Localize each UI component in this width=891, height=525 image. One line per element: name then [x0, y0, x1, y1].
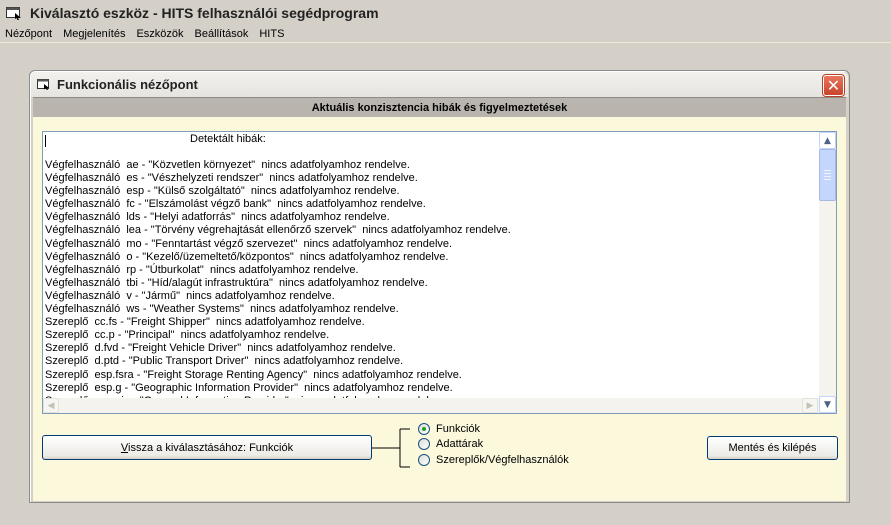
section-header-label: Aktuális konzisztencia hibák és figyelme…: [311, 101, 568, 114]
menu-item-eszkozok[interactable]: Eszközök: [131, 26, 189, 42]
error-line: Végfelhasználó ws - "Weather Systems" ni…: [45, 303, 399, 316]
radio-szereplok[interactable]: Szereplők/Végfelhasználók: [418, 453, 569, 467]
error-line: Végfelhasználó fc - "Elszámolást végző b…: [45, 198, 426, 211]
app-title-bar: Kiválasztó eszköz - HITS felhasználói se…: [0, 0, 891, 25]
dialog-title: Funkcionális nézőpont: [57, 77, 198, 92]
error-line: Végfelhasználó lds - "Helyi adatforrás" …: [45, 211, 390, 224]
error-line: Végfelhasználó v - "Jármű" nincs adatfol…: [45, 289, 335, 302]
window-icon: [37, 78, 51, 91]
vertical-scroll-thumb[interactable]: [819, 149, 836, 201]
menu-item-beallitasok[interactable]: Beállítások: [190, 26, 255, 42]
radio-group-bracket: [372, 428, 410, 468]
error-line: Szereplő d.fvd - "Freight Vehicle Driver…: [45, 342, 396, 355]
menu-item-hits[interactable]: HITS: [254, 26, 290, 42]
scroll-down-button[interactable]: ▼: [819, 396, 836, 413]
error-lines: Végfelhasználó ae - "Közvetlen környezet…: [45, 159, 819, 398]
chevron-up-icon: ▲: [824, 135, 831, 146]
chevron-left-icon: ◀: [47, 400, 55, 411]
content-area: Detektált hibák: Végfelhasználó ae - "Kö…: [33, 117, 846, 501]
error-line: Végfelhasználó lea - "Törvény végrehajtá…: [45, 224, 511, 237]
close-button[interactable]: ✕: [822, 74, 845, 97]
save-and-exit-label: Mentés és kilépés: [728, 442, 817, 454]
back-to-selection-label: Vissza a kiválasztásához: Funkciók: [120, 441, 294, 454]
error-line: Végfelhasználó mo - "Fenntartást végző s…: [45, 237, 453, 250]
back-to-selection-button[interactable]: Vissza a kiválasztásához: Funkciók: [42, 435, 372, 460]
error-line: Szereplő esp.fsra - "Freight Storage Ren…: [45, 368, 462, 381]
radio-funkciok-label: Funkciók: [436, 423, 481, 435]
dialog-title-bar[interactable]: Funkcionális nézőpont ✕: [31, 72, 848, 97]
close-icon: ✕: [826, 75, 841, 95]
scroll-left-button[interactable]: ◀: [43, 398, 59, 413]
error-line: Szereplő cc.p - "Principal" nincs adatfo…: [45, 329, 330, 342]
error-line: Szereplő d.ptd - "Public Transport Drive…: [45, 355, 404, 368]
scroll-up-button[interactable]: ▲: [819, 132, 836, 149]
errors-heading: Detektált hibák:: [190, 133, 266, 145]
radio-adattarak[interactable]: Adattárak: [418, 437, 483, 451]
chevron-right-icon: ▶: [806, 400, 814, 411]
error-line: Végfelhasználó es - "Vészhelyzeti rendsz…: [45, 172, 418, 185]
menu-item-megjelenites[interactable]: Megjelenítés: [58, 26, 131, 42]
vertical-scrollbar[interactable]: ▲ ▼: [819, 132, 836, 413]
functional-view-window: Funkcionális nézőpont ✕ Aktuális konzisz…: [29, 70, 850, 503]
radio-button[interactable]: [418, 438, 430, 450]
radio-button[interactable]: [418, 454, 430, 466]
menu-bar: Nézőpont Megjelenítés Eszközök Beállítás…: [0, 25, 891, 43]
section-header: Aktuális konzisztencia hibák és figyelme…: [33, 97, 846, 117]
radio-szereplok-label: Szereplők/Végfelhasználók: [436, 454, 569, 466]
error-line: Szereplő cc.fs - "Freight Shipper" nincs…: [45, 316, 365, 329]
errors-textbox[interactable]: Detektált hibák: Végfelhasználó ae - "Kö…: [42, 131, 837, 414]
radio-button-checked[interactable]: [418, 423, 430, 435]
error-line: Végfelhasználó tbi - "Híd/alagút infrast…: [45, 276, 428, 289]
radio-adattarak-label: Adattárak: [436, 438, 484, 450]
radio-funkciok[interactable]: Funkciók: [418, 422, 480, 436]
error-line: Végfelhasználó esp - "Külső szolgáltató"…: [45, 185, 400, 198]
errors-text: Detektált hibák: Végfelhasználó ae - "Kö…: [43, 132, 819, 398]
chevron-down-icon: ▼: [824, 399, 831, 410]
error-line: Végfelhasználó ae - "Közvetlen környezet…: [45, 159, 410, 171]
error-line: Végfelhasználó rp - "Útburkolat" nincs a…: [45, 263, 359, 276]
scroll-right-button[interactable]: ▶: [802, 398, 818, 413]
error-line: Szereplő esp.g - "Geographic Information…: [45, 381, 453, 394]
menu-item-nezopont[interactable]: Nézőpont: [0, 26, 58, 42]
error-line: Végfelhasználó o - "Kezelő/üzemeltető/kö…: [45, 250, 449, 263]
app-title: Kiválasztó eszköz - HITS felhasználói se…: [30, 4, 379, 21]
app-window-icon: [6, 6, 22, 20]
text-caret: [45, 135, 46, 147]
horizontal-scrollbar[interactable]: ◀ ▶: [43, 398, 819, 413]
save-and-exit-button[interactable]: Mentés és kilépés: [707, 436, 838, 460]
